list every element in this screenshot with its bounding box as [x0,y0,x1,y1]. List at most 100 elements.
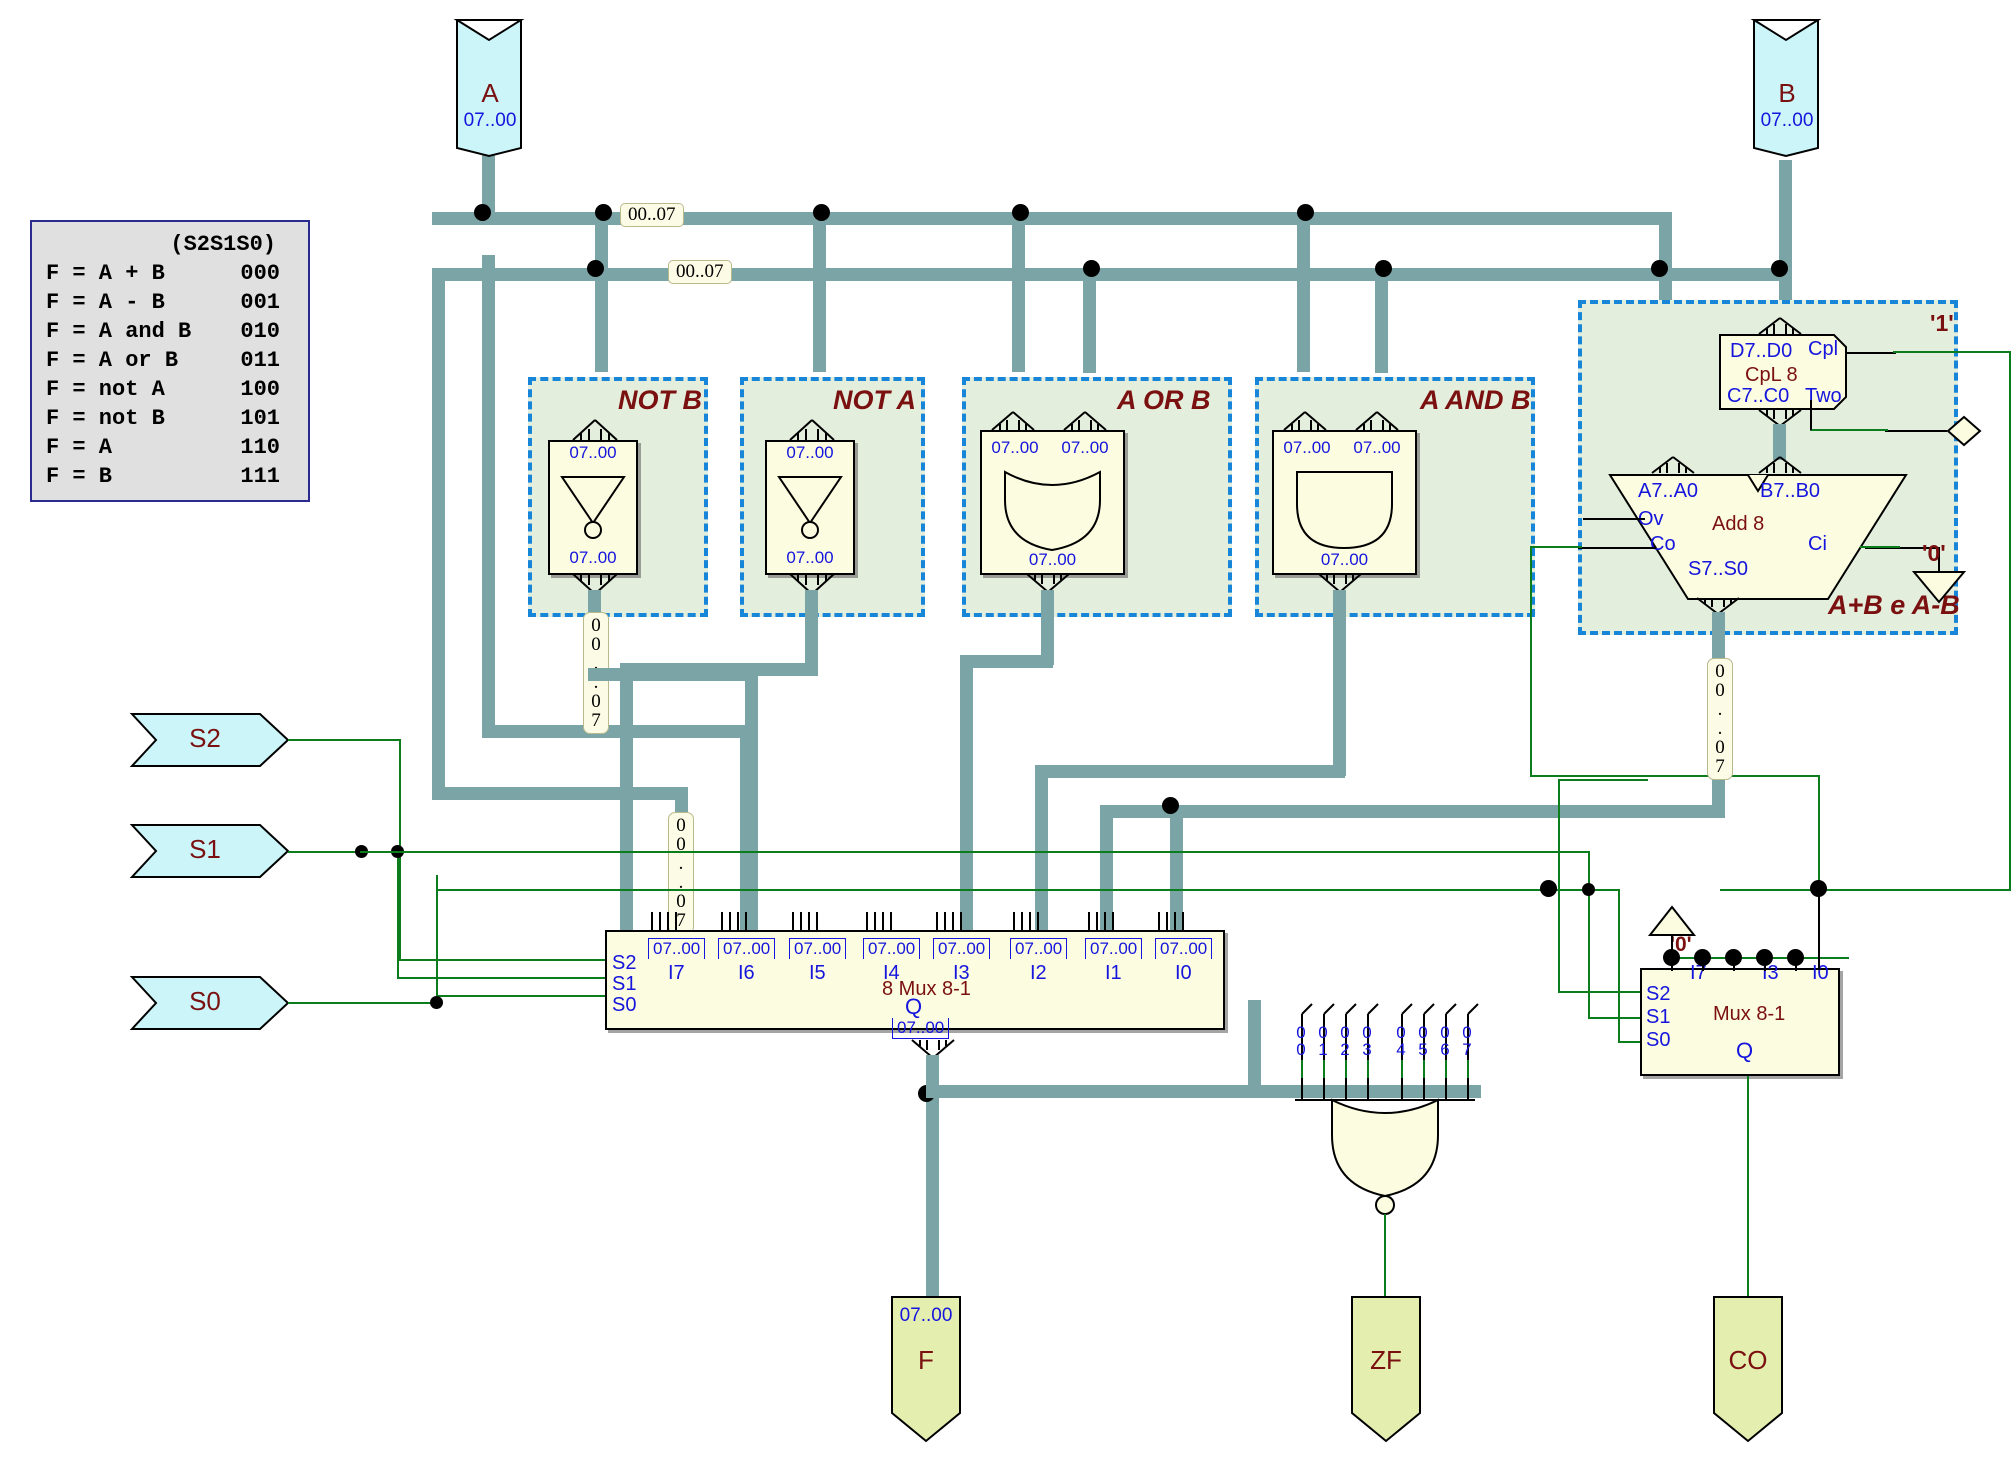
junction-dot [1012,204,1029,221]
wire-s2-comux [1558,991,1650,993]
wire-two-green [1810,429,1888,431]
mux-main-sel-s2: S2 [612,952,637,974]
legend-expr: F = A and B [46,319,192,344]
not-a-out-bits: 07..00 [786,548,834,567]
constant-one-label: '1' [1930,310,1954,336]
bus-fan-in [1355,411,1399,431]
legend-expr: F = A - B [46,290,165,315]
wire-s2-to-mux [399,959,614,961]
legend-expr: F = A [46,435,113,460]
bus-b-left-drop [432,268,445,798]
adder-a-input: A7..A0 [1638,480,1699,502]
junction-dot [1083,260,1100,277]
bus-add-run [1100,805,1725,818]
mux-co-i0-wire [1818,890,1820,970]
mux-co-sel-s0: S0 [1646,1029,1671,1051]
junction-dot [1582,883,1595,896]
bus-tap-a-nota [813,212,826,372]
legend-row: F = A and B 010 [46,319,294,348]
adder-b-input: B7..B0 [1760,480,1821,502]
legend-code: 011 [240,348,280,373]
pin-a-bits: 07..00 [463,110,517,131]
legend-code: 001 [240,290,280,315]
mux-co-pin-stub [1671,957,1673,971]
wire-s0-to-mux [436,995,614,997]
and-in-bits-2: 07..00 [1353,438,1401,457]
bus-f-zf-riser [1248,1000,1261,1092]
wire-s1-down [397,851,399,978]
wire-ci-green [1860,546,1900,548]
legend-header: (S2S1S0) [170,232,276,257]
legend-row: F = A 110 [46,435,294,464]
legend-row: F = not A 100 [46,377,294,406]
wire-s0-right [436,889,1620,891]
bus-a-left-run [482,725,752,738]
pin-zf-label: ZF [1370,1345,1402,1375]
mux-i4-bits: 07..00 [863,938,921,959]
bus-fan-in [991,411,1035,431]
mux-co-pin-stub [1795,957,1797,971]
junction-dot [587,260,604,277]
junction-dot [813,204,830,221]
not-gate-a-icon [777,476,843,539]
bus-fan-in [572,419,618,441]
pin-a-label: A [481,78,499,108]
zf-bit-07: 07 [1462,1023,1472,1059]
legend-row: F = not B 101 [46,406,294,435]
mux-i4-label: I4 [883,962,900,984]
legend-row: F = A or B 011 [46,348,294,377]
wire-s0-up [436,875,438,1003]
wire-s2-out [288,739,400,741]
pin-s0-label: S0 [189,986,221,1016]
pin-s2-label: S2 [189,723,221,753]
mux-co-q-label: Q [1736,1038,1754,1063]
zf-bit-04: 04 [1396,1023,1406,1059]
zf-bit-02: 02 [1340,1023,1350,1059]
legend-code: 010 [240,319,280,344]
mux-main-sel-s1: S1 [612,973,637,995]
constant-zero-ground-icon [1911,571,1967,604]
wire-co [1578,547,1656,549]
legend-table: F = A + B 000 F = A - B 001 F = A and B … [46,261,294,493]
mux-input-ticks [651,912,1184,930]
mux-co-name: Mux 8-1 [1713,1003,1786,1025]
bus-or-to-mux [960,655,973,948]
bus-tap-a-or [1012,212,1025,372]
bus-fan-in [1758,456,1802,474]
junction-dot [430,996,443,1009]
zf-bit-01: 01 [1318,1023,1328,1059]
junction-dot [1651,260,1668,277]
or-in-bits-1: 07..00 [991,438,1039,457]
legend-code: 000 [240,261,280,286]
bus-tap-a-notb [595,212,608,372]
group-a-or-b-title: A OR B [1117,385,1211,415]
mux-i2-bits: 07..00 [1010,938,1068,959]
wire-co-to-mux [1818,775,1820,891]
junction-dot [474,204,491,221]
group-a-and-b-title: A AND B [1420,385,1531,415]
bus-and-run [1035,765,1345,778]
not-gate-b-icon [560,476,626,539]
not-a-in-bits: 07..00 [786,443,834,462]
legend-expr: F = A + B [46,261,165,286]
bus-tap-a-and [1297,212,1310,372]
mux-i2-label: I2 [1030,962,1047,984]
junction-dot [1540,880,1557,897]
wire-co-down [1530,546,1532,776]
pin-b-bits: 07..00 [1760,110,1814,131]
wire-cpl-out [1846,352,1896,354]
bus-nota-to-mux [620,663,633,948]
wire-co-green [1530,546,1582,548]
wire-cpl-down [2009,351,2011,891]
not-b-in-bits: 07..00 [569,443,617,462]
bus-label-a: 00..07 [620,203,684,227]
bus-a-left-drop [482,255,495,735]
legend-code: 111 [240,464,280,489]
bus-or-run [960,655,1053,668]
bus-or-out [1041,590,1054,665]
adder-sum-pin: S7..S0 [1688,558,1749,580]
group-not-b-title: NOT B [618,385,702,415]
bus-fan-in [1758,317,1802,335]
mux-co-pin-stub [1733,957,1735,971]
mux-co-pin-stub [1702,957,1704,971]
